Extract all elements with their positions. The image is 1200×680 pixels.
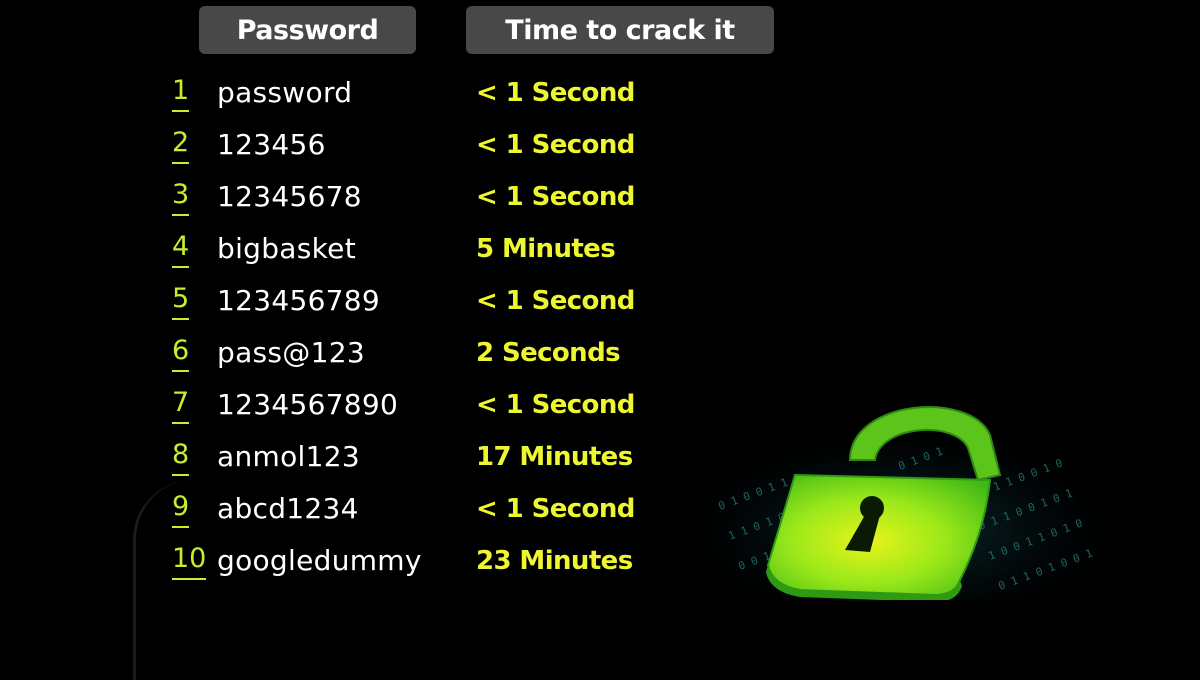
- rank-number: 9: [172, 492, 190, 528]
- rank-number: 3: [172, 180, 190, 216]
- padlock-illustration: 0 1 0 0 1 1 0 1 1 0 1 0 0 1 0 0 1 1 0 1 …: [660, 380, 1150, 640]
- open-padlock-icon: 0 1 0 0 1 1 0 1 1 0 1 0 0 1 0 0 1 1 0 1 …: [660, 406, 1140, 640]
- rank-number: 2: [172, 128, 190, 164]
- list-item: 3 12345678 < 1 Second: [0, 172, 800, 224]
- rank-number: 7: [172, 388, 190, 424]
- rank-number: 1: [172, 76, 190, 112]
- crack-time: < 1 Second: [476, 494, 635, 524]
- header-time-to-crack: Time to crack it: [466, 6, 774, 54]
- crack-time: < 1 Second: [476, 286, 635, 316]
- list-item: 9 abcd1234 < 1 Second: [0, 484, 800, 536]
- rank-number: 4: [172, 232, 190, 268]
- password-text: googledummy: [217, 544, 422, 577]
- header-password-label: Password: [236, 14, 379, 46]
- password-text: bigbasket: [217, 232, 356, 265]
- header-password: Password: [199, 6, 416, 54]
- crack-time: 23 Minutes: [476, 546, 633, 576]
- list-item: 2 123456 < 1 Second: [0, 120, 800, 172]
- password-text: 1234567890: [217, 388, 399, 421]
- rank-number: 5: [172, 284, 190, 320]
- padlock-body: [766, 473, 992, 597]
- rank-number: 10: [172, 544, 207, 580]
- list-item: 6 pass@123 2 Seconds: [0, 328, 800, 380]
- password-text: 12345678: [217, 180, 362, 213]
- crack-time: 2 Seconds: [476, 338, 621, 368]
- list-item: 8 anmol123 17 Minutes: [0, 432, 800, 484]
- rank-number: 8: [172, 440, 190, 476]
- crack-time: < 1 Second: [476, 130, 635, 160]
- crack-time: < 1 Second: [476, 78, 635, 108]
- password-text: abcd1234: [217, 492, 359, 525]
- list-item: 4 bigbasket 5 Minutes: [0, 224, 800, 276]
- password-text: password: [217, 76, 353, 109]
- crack-time: < 1 Second: [476, 390, 635, 420]
- rank-number: 6: [172, 336, 190, 372]
- crack-time: 17 Minutes: [476, 442, 633, 472]
- list-item: 7 1234567890 < 1 Second: [0, 380, 800, 432]
- list-item: 5 123456789 < 1 Second: [0, 276, 800, 328]
- list-item: 1 password < 1 Second: [0, 68, 800, 120]
- password-text: 123456789: [217, 284, 381, 317]
- crack-time: < 1 Second: [476, 182, 635, 212]
- header-time-label: Time to crack it: [505, 14, 735, 46]
- crack-time: 5 Minutes: [476, 234, 616, 264]
- list-item: 10 googledummy 23 Minutes: [0, 536, 800, 588]
- password-text: 123456: [217, 128, 326, 161]
- password-text: anmol123: [217, 440, 360, 473]
- password-text: pass@123: [217, 336, 365, 369]
